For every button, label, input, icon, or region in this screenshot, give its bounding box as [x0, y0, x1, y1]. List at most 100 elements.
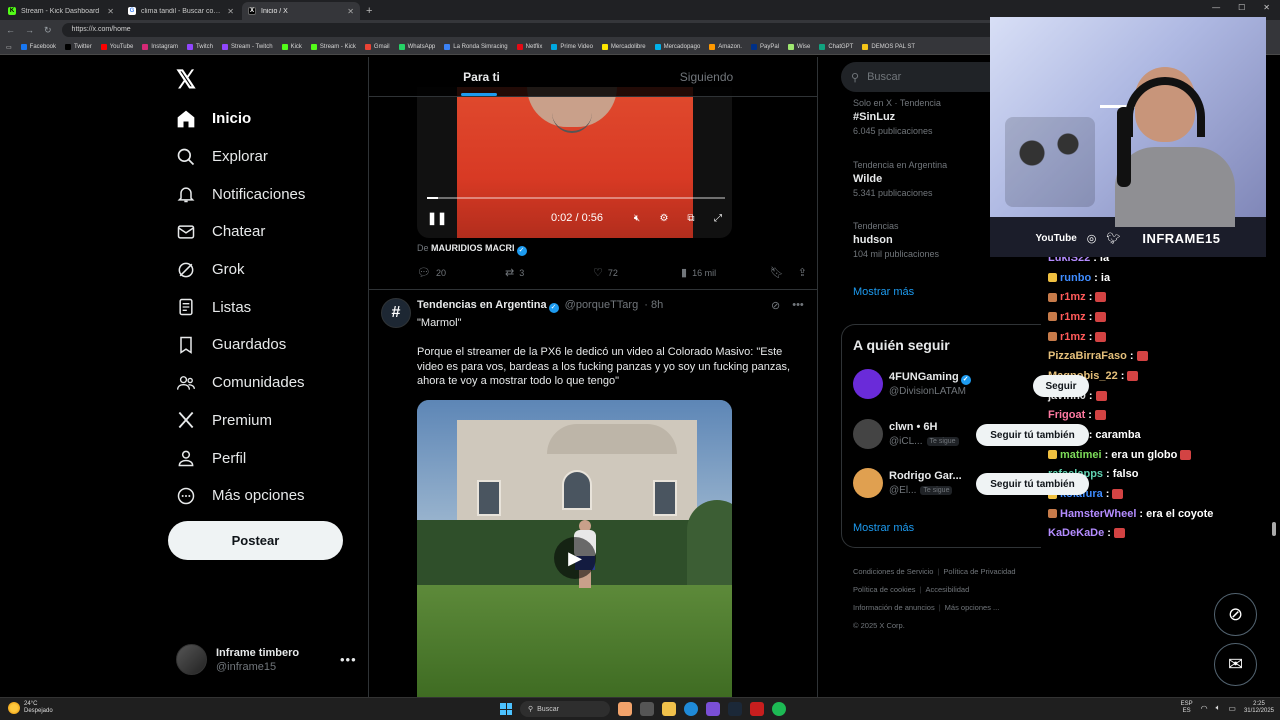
close-icon[interactable]: ✕ — [107, 7, 114, 16]
repost-button[interactable]: ⇄ 3 — [505, 266, 593, 279]
like-button[interactable]: ♡ 72 — [593, 266, 681, 279]
language-indicator[interactable]: ESP ES — [1181, 701, 1193, 715]
nav-item-m-s-opciones[interactable]: Más opciones — [176, 477, 305, 515]
avatar[interactable] — [853, 468, 883, 498]
bookmark-item[interactable]: Twitter — [65, 44, 92, 50]
bookmark-item[interactable]: Netflix — [516, 44, 542, 50]
url-input[interactable]: https://x.com/home — [61, 23, 1042, 37]
maximize-icon[interactable]: ☐ — [1238, 3, 1245, 12]
avatar[interactable] — [853, 369, 883, 399]
views-button[interactable]: ▮ 16 mil — [681, 266, 769, 279]
trend-item[interactable]: Tendencia en Argentina Wilde 5.341 publica… — [853, 160, 991, 216]
discord-icon[interactable] — [706, 702, 720, 716]
nav-item-inicio[interactable]: Inicio — [176, 100, 305, 138]
close-icon[interactable]: ✕ — [347, 7, 354, 16]
windows-start-icon[interactable] — [500, 703, 512, 715]
edge-icon[interactable] — [684, 702, 698, 716]
follow-button[interactable]: Seguir — [1033, 375, 1089, 397]
show-more-follow-link[interactable]: Mostrar más — [853, 522, 914, 534]
nav-item-grok[interactable]: Grok — [176, 251, 305, 289]
bookmark-item[interactable]: Wise — [788, 44, 810, 50]
apps-icon[interactable]: ▭ — [6, 44, 12, 51]
bookmark-item[interactable]: La Ronda Simracing — [444, 44, 508, 50]
grok-fab-icon[interactable]: ⊘ — [1214, 593, 1257, 636]
bookmark-item[interactable]: ChatGPT — [819, 44, 853, 50]
pause-icon[interactable]: ❚❚ — [427, 211, 447, 225]
video-player[interactable]: ❚❚ 0:02 / 0:56 🔇︎ ⚙ ⧉ ⤢ — [417, 87, 732, 238]
bookmark-icon[interactable]: 🔖︎ — [770, 266, 784, 279]
bookmark-item[interactable]: Stream - Kick — [310, 44, 356, 50]
wifi-icon[interactable]: ◠ — [1201, 704, 1208, 713]
back-icon[interactable]: ← — [6, 25, 15, 35]
steam-icon[interactable] — [728, 702, 742, 716]
close-window-icon[interactable]: ✕ — [1263, 3, 1270, 12]
bookmark-item[interactable]: PayPal — [750, 44, 779, 50]
show-more-trends-link[interactable]: Mostrar más — [853, 286, 914, 298]
more-icon[interactable]: ••• — [792, 299, 804, 312]
mute-icon[interactable]: 🔇︎ — [630, 213, 644, 224]
play-icon[interactable]: ▶ — [554, 537, 596, 579]
app-icon[interactable] — [750, 702, 764, 716]
footer-link[interactable]: Accesibilidad — [926, 585, 970, 594]
bookmark-item[interactable]: Mercadopago — [654, 44, 700, 50]
hashtag-avatar-icon[interactable]: # — [381, 298, 411, 328]
grok-icon[interactable]: ⊘ — [771, 299, 780, 312]
tab-siguiendo[interactable]: Siguiendo — [594, 57, 817, 96]
tab-para-ti[interactable]: Para ti — [369, 57, 594, 96]
nav-item-explorar[interactable]: Explorar — [176, 138, 305, 176]
nav-item-listas[interactable]: Listas — [176, 288, 305, 326]
nav-item-chatear[interactable]: Chatear — [176, 213, 305, 251]
post-button[interactable]: Postear — [168, 521, 343, 560]
trend-item[interactable]: Tendencias hudson 104 mil publicaciones — [853, 221, 991, 277]
bookmark-item[interactable]: Mercadolibre — [601, 44, 646, 50]
fullscreen-icon[interactable]: ⤢ — [711, 213, 725, 224]
nav-item-perfil[interactable]: Perfil — [176, 439, 305, 477]
video-thumbnail[interactable]: ▶ — [417, 400, 732, 697]
browser-tab-active[interactable]: X Inicio / X ✕ — [242, 2, 360, 20]
new-tab-button[interactable]: + — [366, 2, 372, 20]
footer-link[interactable]: Política de Privacidad — [943, 567, 1015, 576]
bookmark-item[interactable]: YouTube — [100, 44, 133, 50]
nav-item-premium[interactable]: Premium — [176, 402, 305, 440]
nav-item-notificaciones[interactable]: Notificaciones — [176, 175, 305, 213]
file-explorer-icon[interactable] — [662, 702, 676, 716]
follow-name[interactable]: 4FUNGaming ✓ — [889, 371, 971, 385]
share-icon[interactable]: ⇪ — [798, 266, 807, 279]
bookmark-item[interactable]: Amazon. — [709, 44, 742, 50]
taskbar-search[interactable]: ⚲ Buscar — [520, 701, 610, 717]
bookmark-item[interactable]: DEMOS PAL ST — [862, 44, 915, 50]
bookmark-item[interactable]: Facebook — [20, 44, 56, 50]
bookmark-item[interactable]: Twitch — [186, 44, 213, 50]
close-icon[interactable]: ✕ — [227, 7, 234, 16]
minimize-icon[interactable]: — — [1212, 3, 1220, 12]
video-progress-bar[interactable] — [427, 197, 725, 199]
forward-icon[interactable]: → — [25, 25, 34, 35]
follow-back-button[interactable]: Seguir tú también — [976, 424, 1089, 446]
follow-name[interactable]: Rodrigo Gar... — [889, 470, 962, 482]
avatar[interactable] — [853, 419, 883, 449]
nav-item-comunidades[interactable]: Comunidades — [176, 364, 305, 402]
volume-icon[interactable]: 🔈︎ — [1216, 703, 1221, 713]
footer-link[interactable]: Condiciones de Servicio — [853, 567, 933, 576]
bookmark-item[interactable]: Prime Video — [551, 44, 593, 50]
browser-tab[interactable]: K Stream - Kick Dashboard ✕ — [2, 2, 120, 20]
footer-link[interactable]: Información de anuncios — [853, 603, 935, 612]
reload-icon[interactable]: ↻ — [44, 25, 52, 36]
account-switcher[interactable]: Inframe timbero @inframe15 ••• — [176, 644, 356, 675]
pip-icon[interactable]: ⧉ — [684, 213, 698, 224]
source-name[interactable]: MAURIDIOS MACRI — [431, 243, 515, 253]
follow-name[interactable]: clwn • 6H — [889, 421, 937, 433]
bookmark-item[interactable]: Instagram — [142, 44, 178, 50]
post-time[interactable]: · 8h — [644, 299, 663, 311]
bookmark-item[interactable]: Gmail — [364, 44, 390, 50]
author-handle[interactable]: @porqueTTarg — [565, 299, 639, 311]
task-view-icon[interactable] — [640, 702, 654, 716]
browser-tab[interactable]: G clima tandil - Buscar con Google ✕ — [122, 2, 240, 20]
follow-suggestion[interactable]: 4FUNGaming ✓ @DivisionLATAM — [853, 369, 1053, 403]
more-icon[interactable]: ••• — [340, 652, 357, 667]
follow-back-button[interactable]: Seguir tú también — [976, 473, 1089, 495]
author-name[interactable]: Tendencias en Argentina — [417, 299, 547, 311]
bookmark-item[interactable]: Kick — [281, 44, 302, 50]
messages-fab-icon[interactable]: ✉ — [1214, 643, 1257, 686]
nav-item-guardados[interactable]: Guardados — [176, 326, 305, 364]
